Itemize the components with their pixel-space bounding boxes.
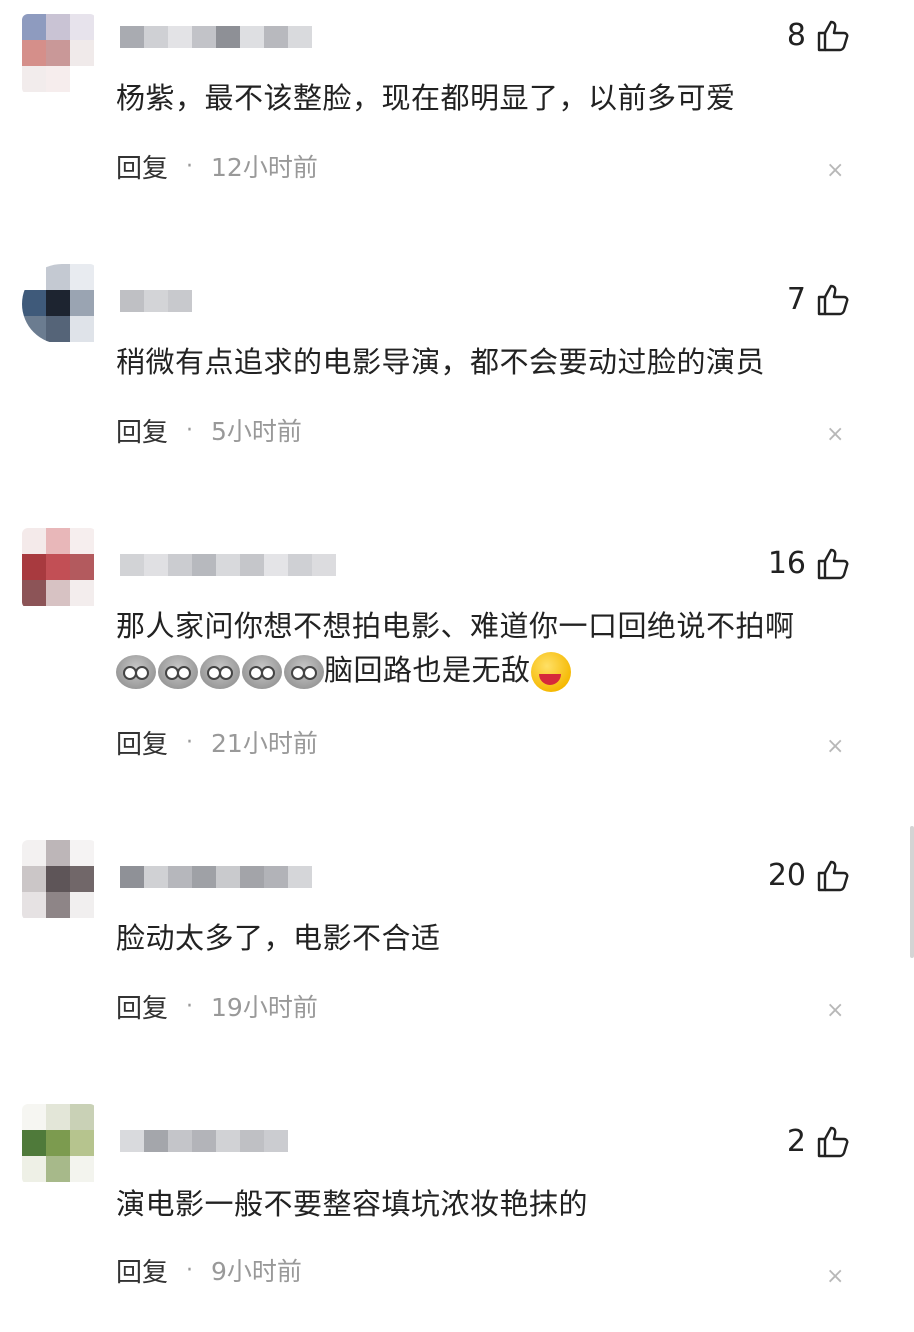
like-count: 16 xyxy=(767,546,806,581)
separator-dot: · xyxy=(186,1257,194,1283)
like-button[interactable]: 20 xyxy=(768,856,850,896)
comment-text-tail: 脑回路也是无敌 xyxy=(324,653,531,687)
reply-button[interactable]: 回复 xyxy=(116,988,168,1025)
timestamp: 9小时前 xyxy=(211,1257,302,1286)
like-count: 7 xyxy=(786,282,806,317)
separator-dot: · xyxy=(186,417,194,443)
comment-text: 杨紫，最不该整脸，现在都明显了，以前多可爱 xyxy=(116,81,736,115)
like-button[interactable]: 8 xyxy=(787,16,850,56)
close-icon[interactable]: × xyxy=(826,424,844,446)
skull-emoji-icon xyxy=(116,655,156,689)
avatar[interactable] xyxy=(22,528,96,608)
close-icon[interactable]: × xyxy=(826,736,844,758)
comment-meta: 回复 · 12小时前 xyxy=(116,148,318,184)
thumbs-up-icon xyxy=(817,284,849,316)
comment-text: 演电影一般不要整容填坑浓妆艳抹的 xyxy=(116,1187,589,1221)
username-blurred[interactable] xyxy=(120,1130,288,1152)
timestamp: 21小时前 xyxy=(211,729,318,758)
comment-text: 稍微有点追求的电影导演，都不会要动过脸的演员 xyxy=(116,345,766,379)
close-icon[interactable]: × xyxy=(826,1000,844,1022)
skull-emoji-icon xyxy=(242,655,282,689)
comment-meta: 回复 · 9小时前 xyxy=(116,1252,302,1288)
avatar[interactable] xyxy=(22,840,96,920)
like-button[interactable]: 7 xyxy=(787,280,850,320)
like-button[interactable]: 2 xyxy=(787,1122,850,1162)
avatar[interactable] xyxy=(22,1104,96,1184)
avatar[interactable] xyxy=(22,264,96,344)
avatar[interactable] xyxy=(22,14,96,94)
like-count: 20 xyxy=(767,858,806,893)
comment-meta: 回复 · 19小时前 xyxy=(116,988,318,1024)
username-blurred[interactable] xyxy=(120,290,192,312)
reply-button[interactable]: 回复 xyxy=(116,724,168,761)
comment-meta: 回复 · 5小时前 xyxy=(116,412,302,448)
comment-list: 8 杨紫，最不该整脸，现在都明显了，以前多可爱 回复 · 12小时前 × 7 稍… xyxy=(0,0,914,1332)
timestamp: 19小时前 xyxy=(211,993,318,1022)
thumbs-up-icon xyxy=(817,860,849,892)
thumbs-up-icon xyxy=(817,548,849,580)
like-button[interactable]: 16 xyxy=(768,544,850,584)
thumbs-up-icon xyxy=(817,1126,849,1158)
scrollbar[interactable] xyxy=(910,826,914,958)
separator-dot: · xyxy=(186,153,194,179)
like-count: 2 xyxy=(786,1124,806,1159)
comment-meta: 回复 · 21小时前 xyxy=(116,724,318,760)
skull-emoji-icon xyxy=(158,655,198,689)
close-icon[interactable]: × xyxy=(826,160,844,182)
separator-dot: · xyxy=(186,993,194,1019)
comment-text-line: 脑回路也是无敌 xyxy=(116,648,836,692)
comment-text: 脸动太多了，电影不合适 xyxy=(116,921,441,955)
reply-button[interactable]: 回复 xyxy=(116,1252,168,1289)
username-blurred[interactable] xyxy=(120,26,312,48)
comment-text-line: 那人家问你想不想拍电影、难道你一口回绝说不拍啊 xyxy=(116,609,795,643)
reply-button[interactable]: 回复 xyxy=(116,148,168,185)
emoji-group xyxy=(116,655,324,689)
username-blurred[interactable] xyxy=(120,554,336,576)
username-blurred[interactable] xyxy=(120,866,312,888)
skull-emoji-icon xyxy=(200,655,240,689)
laughing-crying-emoji-icon xyxy=(530,652,571,692)
reply-button[interactable]: 回复 xyxy=(116,412,168,449)
separator-dot: · xyxy=(186,729,194,755)
skull-emoji-icon xyxy=(284,655,324,689)
timestamp: 12小时前 xyxy=(211,153,318,182)
close-icon[interactable]: × xyxy=(826,1266,844,1288)
like-count: 8 xyxy=(786,18,806,53)
timestamp: 5小时前 xyxy=(211,417,302,446)
thumbs-up-icon xyxy=(817,20,849,52)
comment-text: 那人家问你想不想拍电影、难道你一口回绝说不拍啊 脑回路也是无敌 xyxy=(116,604,836,692)
